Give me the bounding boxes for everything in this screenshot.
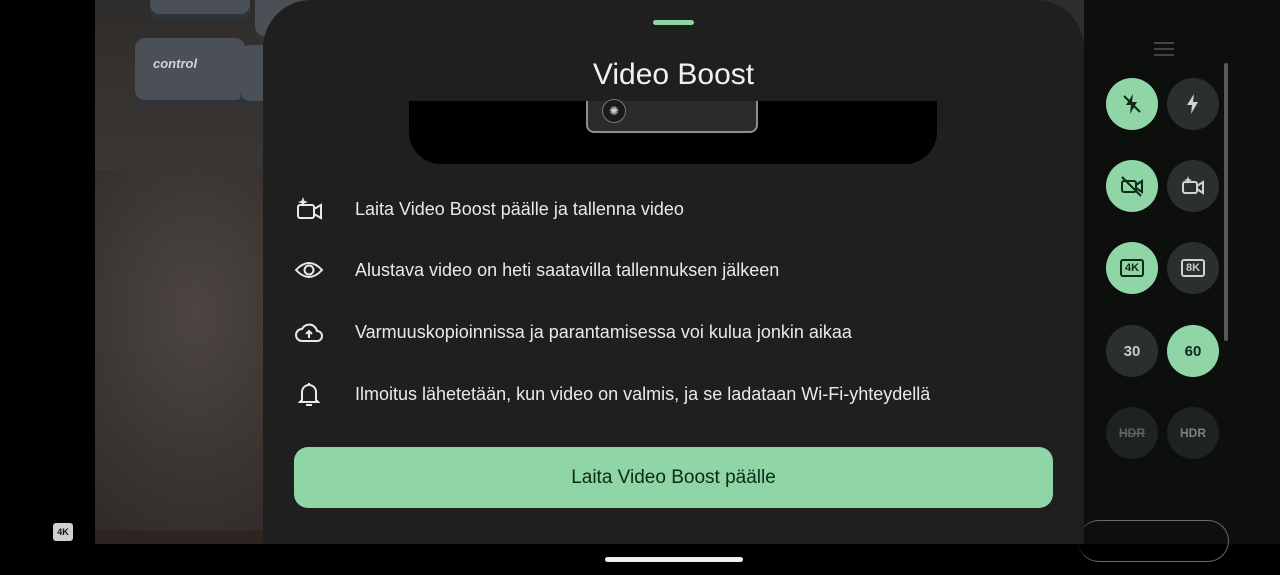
sliders-icon[interactable] xyxy=(1152,38,1176,60)
drag-handle[interactable] xyxy=(653,20,694,25)
resolution-8k-button[interactable]: 8K xyxy=(1167,242,1219,294)
feature-item: Ilmoitus lähetetään, kun video on valmis… xyxy=(293,379,1053,409)
feature-item: Laita Video Boost päälle ja tallenna vid… xyxy=(293,194,1053,224)
video-boost-sheet: Video Boost ✺ Laita Video Boost päälle j… xyxy=(263,0,1084,544)
resolution-8k-label: 8K xyxy=(1180,259,1206,277)
feature-item: Varmuuskopioinnissa ja parantamisessa vo… xyxy=(293,317,1053,347)
key-label: control xyxy=(153,56,198,71)
eye-icon xyxy=(293,255,325,285)
preview-thumbnail: ✺ xyxy=(586,99,758,133)
fps-30-button[interactable]: 30 xyxy=(1106,325,1158,377)
brain-icon: ✺ xyxy=(602,99,626,123)
hdr-label: HDR xyxy=(1180,426,1206,440)
feature-text: Ilmoitus lähetetään, kun video on valmis… xyxy=(355,384,931,404)
feature-text: Laita Video Boost päälle ja tallenna vid… xyxy=(355,199,684,219)
scrollbar[interactable] xyxy=(1224,63,1228,341)
feature-item: Alustava video on heti saatavilla tallen… xyxy=(293,255,1053,285)
feature-text: Alustava video on heti saatavilla tallen… xyxy=(355,260,780,280)
fps-60-button[interactable]: 60 xyxy=(1167,325,1219,377)
flash-off-button[interactable] xyxy=(1106,78,1158,130)
flash-on-button[interactable] xyxy=(1167,78,1219,130)
resolution-4k-label: 4K xyxy=(1119,259,1145,277)
sheet-title: Video Boost xyxy=(592,58,755,91)
feature-text: Varmuuskopioinnissa ja parantamisessa vo… xyxy=(355,322,852,342)
video-sparkle-icon xyxy=(1182,176,1204,195)
enable-video-boost-button[interactable]: Laita Video Boost päälle xyxy=(294,447,1053,508)
bell-icon xyxy=(293,379,325,409)
fps-60-label: 60 xyxy=(1184,342,1202,360)
preview-illustration: ✺ xyxy=(409,99,937,164)
home-gesture-bar[interactable] xyxy=(605,557,743,562)
flash-off-icon xyxy=(1123,94,1141,114)
hdr-button[interactable]: HDR xyxy=(1167,407,1219,459)
fps-30-label: 30 xyxy=(1123,342,1141,360)
hdr-off-label: HDR xyxy=(1119,426,1145,440)
keyboard-key-shift: shift xyxy=(150,0,250,20)
resolution-badge: 4K xyxy=(53,523,73,541)
partial-pill-button[interactable] xyxy=(1078,520,1229,562)
resolution-4k-button[interactable]: 4K xyxy=(1106,242,1158,294)
keyboard-key-control: control xyxy=(135,38,245,106)
flash-icon xyxy=(1187,94,1198,114)
video-sparkle-icon xyxy=(293,194,325,224)
video-off-icon xyxy=(1121,176,1143,197)
key-label: shift xyxy=(168,0,195,1)
video-boost-off-button[interactable] xyxy=(1106,160,1158,212)
hdr-off-button[interactable]: HDR xyxy=(1106,407,1158,459)
cloud-upload-icon xyxy=(293,317,325,347)
video-boost-on-button[interactable] xyxy=(1167,160,1219,212)
